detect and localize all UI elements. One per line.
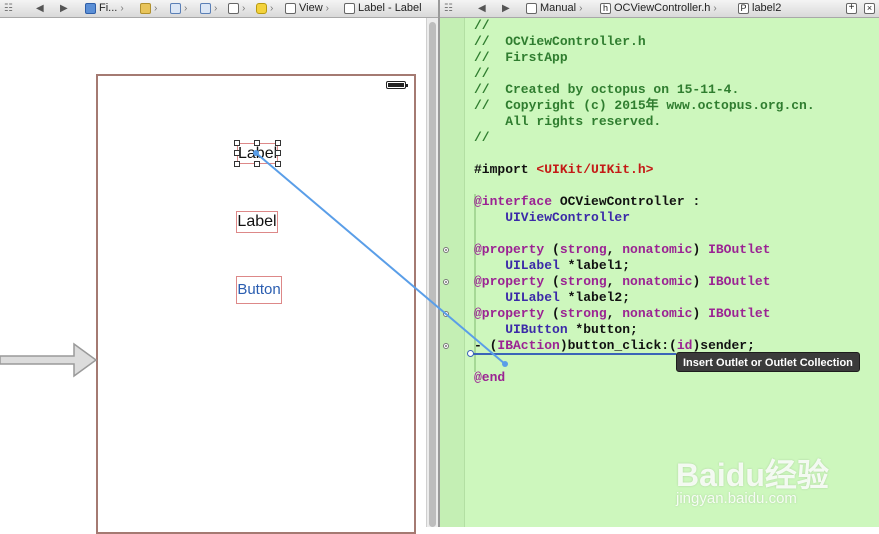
insert-outlet-tooltip: Insert Outlet or Outlet Collection bbox=[676, 352, 860, 372]
connection-drag-line bbox=[253, 150, 508, 367]
baidu-watermark-url: jingyan.baidu.com bbox=[676, 490, 797, 507]
